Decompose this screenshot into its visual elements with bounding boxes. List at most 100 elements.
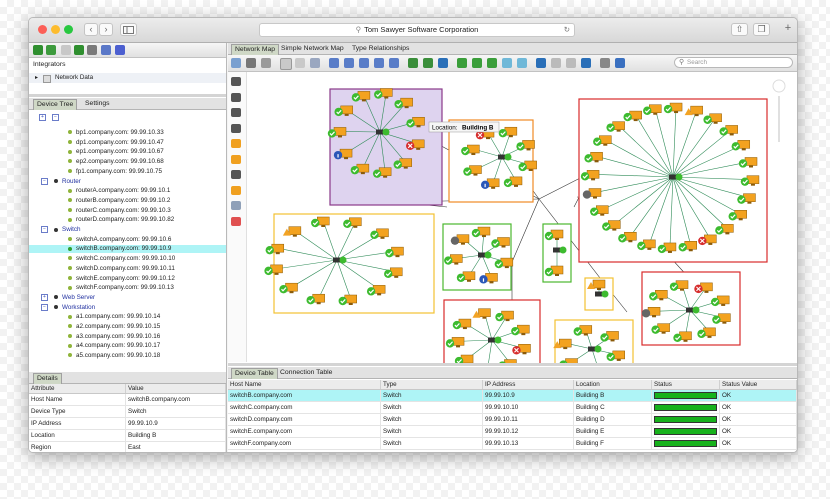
check-node[interactable] — [544, 267, 554, 277]
column-header[interactable]: Host Name — [228, 380, 381, 390]
check-node[interactable] — [584, 154, 593, 163]
redo-icon[interactable] — [438, 58, 448, 68]
check-node[interactable] — [370, 230, 379, 240]
tree-group[interactable]: + Web Server — [29, 293, 226, 302]
search-field[interactable]: ⚲ Search — [674, 57, 793, 68]
tree-item[interactable]: a1.company.com: 99.99.10.14 — [29, 313, 226, 321]
check-node[interactable] — [663, 104, 673, 114]
building-group[interactable] — [264, 213, 435, 314]
building-group[interactable] — [442, 223, 514, 291]
column-header[interactable]: Value — [125, 384, 226, 394]
info-node[interactable] — [480, 180, 490, 189]
check-node[interactable] — [445, 339, 455, 348]
details-row[interactable]: IP Address 99.99.10.9 — [29, 417, 226, 430]
check-node[interactable] — [703, 115, 712, 124]
grid-icon[interactable] — [566, 58, 576, 68]
info-node[interactable] — [479, 275, 488, 284]
building-group[interactable] — [327, 88, 443, 206]
collapse-icon[interactable]: − — [41, 303, 48, 311]
wrench-icon[interactable] — [231, 201, 241, 210]
export-icon[interactable] — [74, 45, 84, 55]
tree-item[interactable]: switchB.company.com: 99.99.10.9 — [29, 245, 226, 254]
select-icon[interactable] — [280, 58, 292, 70]
tree-group[interactable]: − Workstation — [29, 303, 226, 312]
check-node[interactable] — [518, 162, 527, 172]
zoom-window-button[interactable] — [64, 25, 73, 34]
refresh-icon[interactable] — [536, 58, 546, 68]
zoom-out-icon[interactable] — [344, 58, 354, 68]
check-node[interactable] — [618, 234, 627, 243]
printer-icon[interactable] — [231, 170, 241, 179]
address-bar[interactable]: ⚲ Tom Sawyer Software Corporation ↻ — [259, 23, 575, 37]
check-node[interactable] — [511, 326, 520, 336]
check-node[interactable] — [573, 327, 582, 336]
table-row[interactable]: switchC.company.com Switch 99.99.10.10 Buil… — [228, 401, 797, 414]
check-node[interactable] — [719, 127, 728, 136]
tree-item[interactable]: a2.company.com: 99.99.10.15 — [29, 323, 226, 331]
check-node[interactable] — [327, 129, 337, 138]
collapse-all-icon[interactable]: − — [52, 114, 59, 121]
check-node[interactable] — [498, 129, 508, 138]
tree-item[interactable]: a5.company.com: 99.99.10.18 — [29, 352, 226, 360]
check-node[interactable] — [590, 207, 599, 216]
check-node[interactable] — [580, 172, 590, 181]
expand-all-icon[interactable]: + — [39, 114, 46, 121]
tree-item[interactable]: switchD.company.com: 99.99.10.11 — [29, 265, 226, 273]
layout-icon[interactable] — [101, 45, 111, 55]
error-node[interactable] — [406, 141, 415, 151]
check-node[interactable] — [374, 90, 383, 99]
zoom-control[interactable] — [772, 79, 786, 142]
copy-icon[interactable] — [231, 58, 241, 68]
layout-tree-icon[interactable] — [517, 58, 527, 68]
check-node[interactable] — [444, 256, 453, 265]
layout-hier-icon[interactable] — [457, 58, 467, 68]
building-group[interactable] — [584, 277, 614, 311]
minimize-window-button[interactable] — [51, 25, 60, 34]
reload-icon[interactable]: ↻ — [564, 24, 570, 36]
tree-item[interactable]: a4.company.com: 99.99.10.17 — [29, 342, 226, 350]
check-node[interactable] — [393, 160, 402, 169]
check-node[interactable] — [602, 222, 611, 231]
building-group[interactable] — [578, 98, 768, 263]
tree-item[interactable]: routerC.company.com: 99.99.10.3 — [29, 207, 226, 215]
check-node[interactable] — [306, 296, 315, 305]
column-header[interactable]: Status Value — [719, 380, 797, 390]
column-header[interactable]: Type — [380, 380, 483, 390]
check-node[interactable] — [265, 245, 274, 255]
tree-item[interactable]: ep2.company.com: 99.99.10.68 — [29, 158, 226, 166]
check-node[interactable] — [606, 352, 615, 362]
laptop-icon[interactable] — [231, 154, 241, 164]
table-row[interactable]: switchF.company.com Switch 99.99.10.13 Buil… — [228, 437, 797, 450]
check-node[interactable] — [623, 112, 632, 122]
check-node[interactable] — [495, 312, 504, 322]
device-tree[interactable]: bp1.company.com: 99.99.10.33 dp1.company.… — [29, 129, 226, 365]
column-header[interactable]: Status — [651, 380, 720, 390]
check-node[interactable] — [384, 269, 393, 279]
splitter[interactable] — [29, 94, 226, 97]
zoom-reset-icon[interactable] — [374, 58, 384, 68]
tab-device-table[interactable]: Device Table — [231, 368, 278, 379]
layout-orth-icon[interactable] — [487, 58, 497, 68]
tree-item[interactable]: switchF.company.com: 99.99.10.13 — [29, 284, 226, 292]
check-node[interactable] — [350, 165, 360, 175]
print-preview-icon[interactable] — [261, 58, 271, 68]
router-icon[interactable] — [231, 77, 241, 86]
collapse-icon[interactable]: − — [41, 226, 48, 233]
check-node[interactable] — [279, 284, 288, 294]
check-node[interactable] — [372, 169, 382, 178]
details-row[interactable]: Location Building B — [29, 429, 226, 442]
question-node[interactable] — [450, 236, 460, 245]
zoom-fit-icon[interactable] — [359, 58, 369, 68]
details-row[interactable]: Region East — [29, 441, 226, 452]
building-group[interactable] — [641, 271, 741, 346]
refresh-icon[interactable] — [33, 45, 43, 55]
check-node[interactable] — [728, 212, 737, 221]
new-tab-button[interactable]: + — [781, 23, 795, 36]
workstation-icon[interactable] — [231, 139, 241, 148]
column-header[interactable]: Location — [573, 380, 652, 390]
details-row[interactable]: Device Type Switch — [29, 405, 226, 418]
error-node[interactable] — [512, 346, 521, 355]
server-icon[interactable] — [231, 108, 241, 117]
tree-group[interactable]: − Switch — [29, 226, 226, 234]
tree-item[interactable]: routerB.company.com: 99.99.10.2 — [29, 197, 226, 205]
